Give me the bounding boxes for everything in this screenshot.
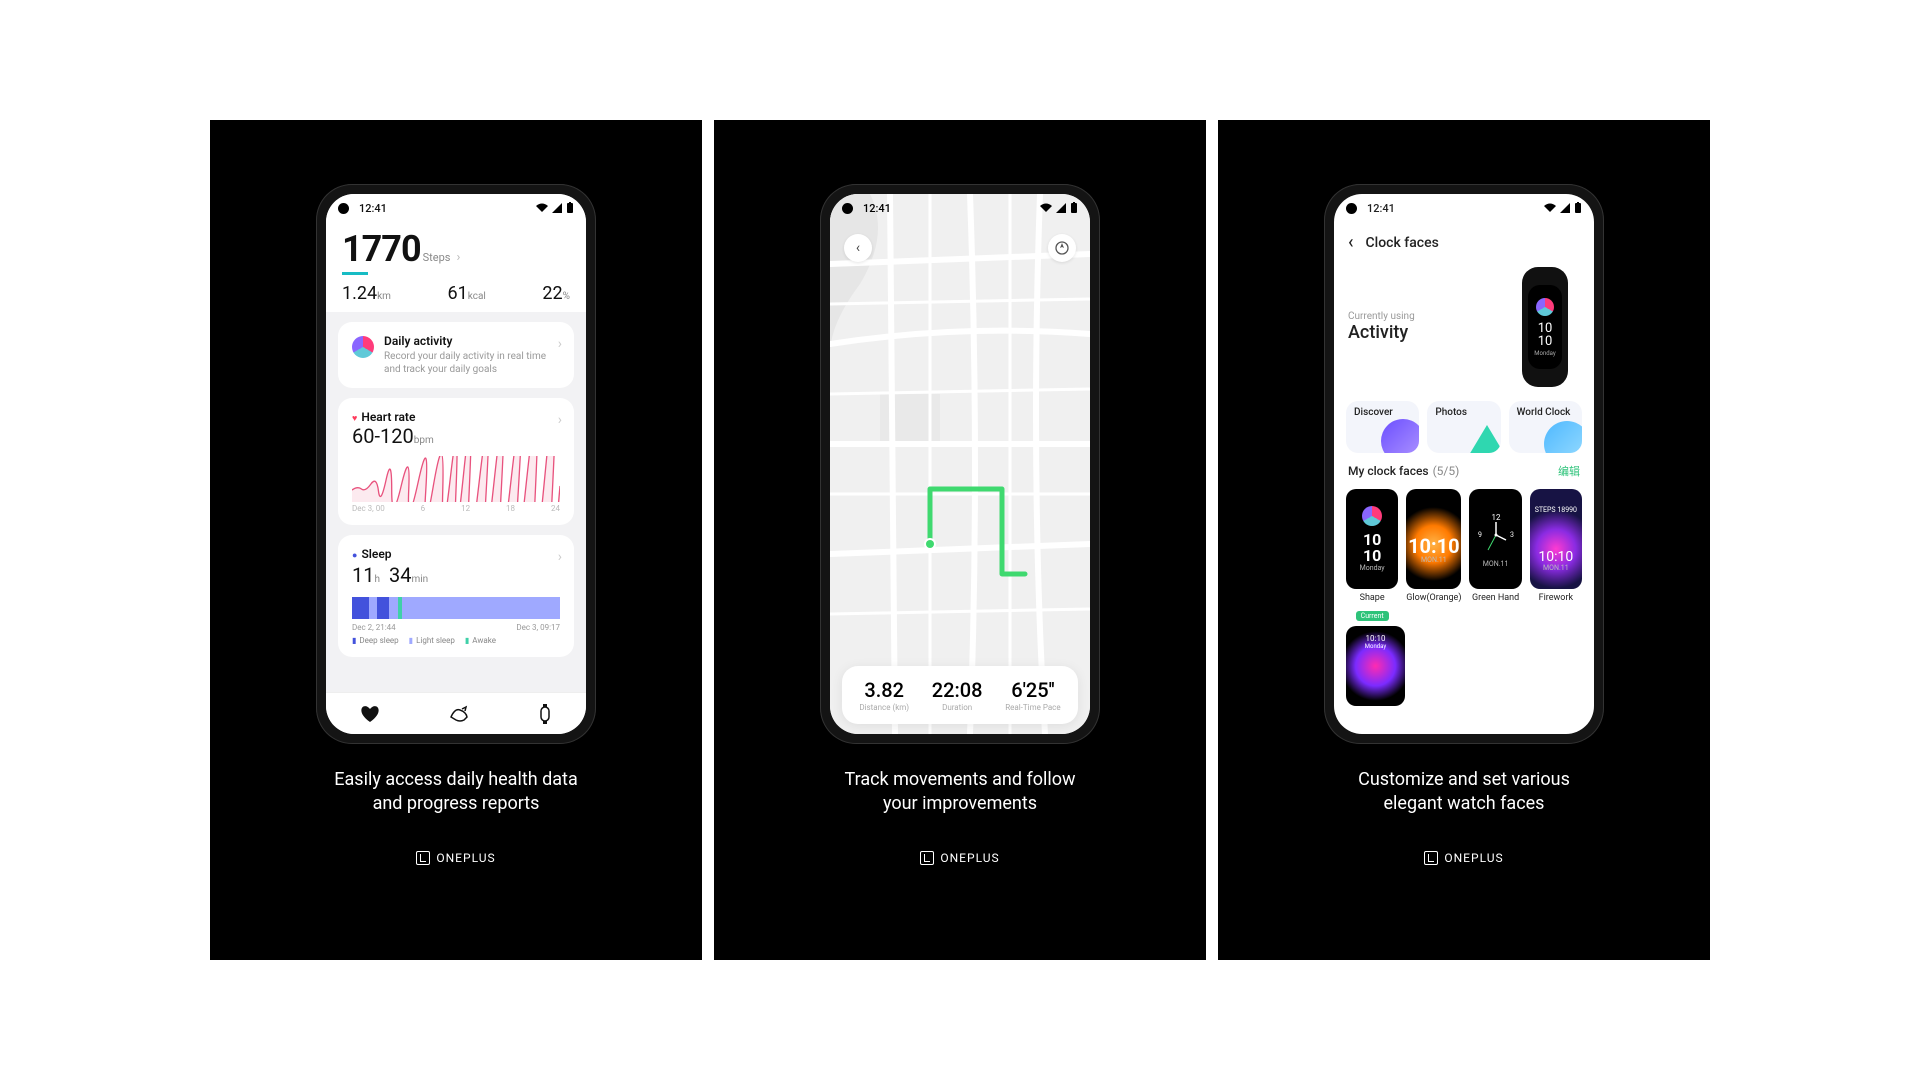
daily-sub: Record your daily activity in real time …: [384, 350, 560, 376]
face-glow-orange[interactable]: 10:10 MON.11 Glow(Orange): [1406, 489, 1461, 622]
phone-mockup: 12:41 ‹ Clock faces Currently using Acti…: [1324, 184, 1604, 744]
status-time: 12:41: [359, 202, 387, 215]
oneplus-logo-icon: [1424, 851, 1438, 865]
hr-title: Heart rate: [352, 410, 560, 424]
signal-icon: [1056, 203, 1066, 213]
tab-world-clock[interactable]: World Clock: [1509, 401, 1582, 453]
face-shape[interactable]: 10 10 Monday Shape Current: [1346, 489, 1398, 622]
camera-cutout-icon: [338, 203, 349, 214]
card-sleep[interactable]: › Sleep 11h 34min: [338, 535, 574, 657]
chevron-right-icon[interactable]: ›: [456, 250, 460, 265]
run-pace: 6'25'': [1005, 678, 1060, 702]
phone-mockup: 12:41 1770Steps› 1.24km 61kcal: [316, 184, 596, 744]
sleep-title: Sleep: [352, 547, 560, 561]
page-title: Clock faces: [1366, 235, 1439, 251]
current-badge: Current: [1356, 611, 1389, 621]
nav-device-icon[interactable]: [538, 704, 552, 724]
run-stats-card[interactable]: 3.82 Distance (km) 22:08 Duration 6'25''…: [842, 666, 1078, 724]
daily-title: Daily activity: [384, 334, 560, 348]
calories-value: 61: [448, 283, 468, 304]
face-green-hand[interactable]: 12 3 9 MON.11 Green Hand: [1469, 489, 1521, 622]
signal-icon: [552, 203, 562, 213]
panel-clockfaces: 12:41 ‹ Clock faces Currently using Acti…: [1218, 120, 1710, 960]
bottom-nav: [326, 692, 586, 734]
brand-logo: ONEPLUS: [238, 851, 674, 865]
tab-discover[interactable]: Discover: [1346, 401, 1419, 453]
locate-button[interactable]: [1048, 234, 1076, 262]
status-time: 12:41: [863, 202, 891, 215]
activity-ring-icon: [1362, 506, 1382, 526]
camera-cutout-icon: [1346, 203, 1357, 214]
card-daily-activity[interactable]: Daily activity Record your daily activit…: [338, 322, 574, 388]
chevron-right-icon: ›: [558, 336, 562, 352]
wifi-icon: [536, 203, 548, 213]
back-button[interactable]: ‹: [1348, 232, 1354, 253]
run-distance: 3.82: [859, 678, 909, 702]
battery-icon: [1070, 202, 1078, 214]
compass-icon: [1055, 241, 1069, 255]
steps-value: 1770: [342, 228, 421, 270]
battery-icon: [1574, 202, 1582, 214]
activity-ring-icon: [1536, 298, 1554, 316]
activity-value: 22: [542, 283, 562, 304]
phone-mockup: 12:41 ‹ 3.82 Distance (km): [820, 184, 1100, 744]
activity-ring-icon: [352, 336, 374, 358]
panel-caption: Track movements and follow your improvem…: [742, 768, 1178, 817]
run-duration: 22:08: [932, 678, 983, 702]
nav-workout-icon[interactable]: [448, 705, 470, 723]
status-bar: 12:41: [326, 194, 586, 222]
sleep-hours: 11: [352, 563, 374, 587]
brand-logo: ONEPLUS: [742, 851, 1178, 865]
status-time: 12:41: [1367, 202, 1395, 215]
signal-icon: [1560, 203, 1570, 213]
brand-logo: ONEPLUS: [1246, 851, 1682, 865]
svg-text:9: 9: [1478, 531, 1482, 539]
my-faces-count: (5/5): [1433, 464, 1460, 478]
sleep-mins: 34: [389, 563, 411, 587]
edit-button[interactable]: 编辑: [1558, 463, 1580, 479]
my-faces-label: My clock faces: [1348, 464, 1429, 478]
current-face-name: Activity: [1348, 322, 1415, 343]
nav-health-icon[interactable]: [360, 705, 380, 723]
status-bar: 12:41: [830, 194, 1090, 222]
card-heart-rate[interactable]: › Heart rate 60-120bpm Dec 3, 00 6: [338, 398, 574, 525]
steps-progress-bar: [342, 272, 368, 275]
wifi-icon: [1544, 203, 1556, 213]
face-extra[interactable]: 10:10 Monday: [1346, 626, 1405, 706]
camera-cutout-icon: [842, 203, 853, 214]
svg-text:3: 3: [1510, 531, 1514, 539]
map-canvas[interactable]: [830, 194, 1090, 734]
oneplus-logo-icon: [416, 851, 430, 865]
hr-range: 60-120: [352, 424, 414, 448]
wifi-icon: [1040, 203, 1052, 213]
sleep-chart: [352, 597, 560, 619]
face-firework[interactable]: STEPS 18990 10:10 MON.11 Firework: [1530, 489, 1582, 622]
battery-icon: [566, 202, 574, 214]
panel-caption: Easily access daily health data and prog…: [238, 768, 674, 817]
svg-text:12: 12: [1491, 513, 1500, 522]
analog-clock-icon: 12 3 9: [1476, 510, 1516, 560]
panel-caption: Customize and set various elegant watch …: [1246, 768, 1682, 817]
heart-rate-chart: [352, 456, 560, 502]
chevron-right-icon: ›: [558, 412, 562, 428]
oneplus-logo-icon: [920, 851, 934, 865]
panel-health: 12:41 1770Steps› 1.24km 61kcal: [210, 120, 702, 960]
steps-unit: Steps: [423, 251, 451, 264]
distance-value: 1.24: [342, 283, 377, 304]
chevron-right-icon: ›: [558, 549, 562, 565]
status-bar: 12:41: [1334, 194, 1594, 222]
tab-photos[interactable]: Photos: [1427, 401, 1500, 453]
back-button[interactable]: ‹: [844, 234, 872, 262]
panel-map: 12:41 ‹ 3.82 Distance (km): [714, 120, 1206, 960]
band-preview: 10 10 Monday: [1522, 267, 1568, 387]
current-label: Currently using: [1348, 311, 1415, 322]
